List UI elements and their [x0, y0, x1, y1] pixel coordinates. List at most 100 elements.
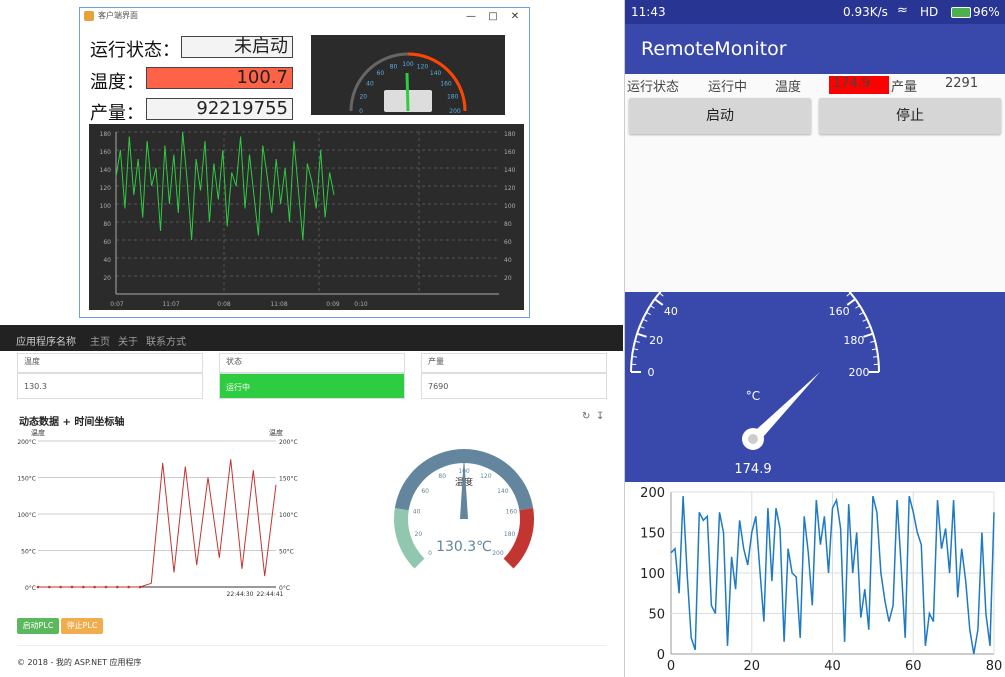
x-tick: 0:10	[354, 301, 368, 308]
left-axis-name: 温度	[31, 428, 45, 437]
gauge-tick-label: 80	[390, 63, 398, 70]
y-tick-left: 100	[100, 203, 112, 210]
y-tick-right: 120	[504, 185, 516, 192]
window-title: 客户端界面	[98, 11, 138, 20]
y-tick-left: 20	[103, 275, 111, 282]
app-title: RemoteMonitor	[625, 24, 1005, 74]
y-tick-right: 180	[504, 131, 516, 138]
x-tick: 22:44:30	[227, 591, 254, 598]
y-tick-right: 100°C	[279, 512, 298, 519]
y-tick-left: 200°C	[17, 439, 36, 446]
x-tick: 0:07	[110, 301, 124, 308]
status-speed: 0.93K/s	[843, 5, 888, 19]
footer-divider	[17, 645, 607, 646]
navbar: 应用程序名称 主页 关于 联系方式	[0, 325, 623, 351]
gauge-tick-label: 120	[417, 63, 429, 70]
gauge-tick-label: 140	[806, 292, 827, 295]
stop-button[interactable]: 停止	[819, 98, 1001, 134]
temp-label: 温度	[775, 80, 802, 95]
y-tick-right: 150°C	[279, 476, 298, 483]
android-chart: 200 150 100 50 00 20 40 60 80	[625, 482, 1005, 677]
output-value: 2291	[945, 76, 979, 91]
table-header-status: 状态	[219, 353, 405, 373]
x-tick: 80	[986, 659, 1003, 674]
refresh-icon[interactable]: ↻	[582, 411, 590, 422]
gauge-tick-label: 60	[687, 292, 701, 295]
gauge-tick-label: 200	[492, 550, 504, 557]
gauge-tick-label: 160	[440, 80, 452, 87]
gauge-tick-label: 160	[506, 508, 518, 515]
table-status-value: 运行中	[219, 373, 405, 399]
minimize-button[interactable]: —	[460, 8, 482, 25]
right-axis-name: 温度	[269, 428, 283, 437]
nav-contact[interactable]: 联系方式	[146, 333, 186, 348]
status-time: 11:43	[631, 5, 666, 19]
gauge-tick-label: 20	[415, 531, 423, 538]
y-tick: 50	[648, 608, 665, 623]
run-status-value: 运行中	[708, 80, 748, 95]
gauge-tick-label: 120	[480, 473, 492, 480]
x-tick: 0:08	[217, 301, 231, 308]
x-tick: 11:07	[162, 301, 179, 308]
desktop-gauge: 0 20 4060 80 100 120140 160 180 200	[311, 35, 505, 115]
output-label: 产量	[891, 80, 918, 95]
maximize-button[interactable]: □	[482, 8, 504, 25]
y-tick-left: 100°C	[17, 512, 36, 519]
status-label: 运行状态：	[90, 40, 180, 61]
nav-home[interactable]: 主页	[90, 333, 110, 348]
x-tick: 22:44:41	[257, 591, 284, 598]
output-value: 92219755	[146, 98, 293, 120]
gauge-value: 130.3℃	[436, 539, 492, 555]
gauge-tick-label: 200	[449, 108, 461, 115]
y-tick-left: 180	[100, 131, 112, 138]
x-tick: 11:08	[270, 301, 287, 308]
desktop-window: 客户端界面 — □ ✕ 运行状态： 未启动 温度： 100.7 产量： 9221…	[79, 7, 530, 318]
gauge-tick-label: 0	[648, 366, 655, 379]
gauge-tick-label: 80	[438, 473, 446, 480]
y-tick-right: 140	[504, 167, 516, 174]
brand-link[interactable]: 应用程序名称	[16, 333, 76, 348]
status-battery: 96%	[973, 5, 1000, 19]
gauge-tick-label: 60	[421, 488, 429, 495]
gauge-tick-label: 100	[402, 61, 414, 68]
gauge-tick-label: 160	[829, 305, 850, 318]
table-temp-value: 130.3	[17, 373, 203, 399]
start-plc-button[interactable]: 启动PLC	[17, 618, 59, 634]
gauge-value: 174.9	[734, 462, 771, 477]
gauge-tick-label: 40	[413, 508, 421, 515]
gauge-tick-label: 140	[497, 488, 509, 495]
y-tick-right: 50°C	[279, 549, 294, 556]
title-bar: 客户端界面 — □ ✕	[80, 8, 529, 25]
y-tick-right: 100	[504, 203, 516, 210]
table-header-output: 产量	[421, 353, 607, 373]
status-hd: HD	[920, 5, 939, 19]
y-tick-right: 160	[504, 149, 516, 156]
y-tick-left: 40	[103, 257, 111, 264]
y-tick-right: 60	[504, 239, 512, 246]
y-tick-left: 60	[103, 239, 111, 246]
x-tick: 0	[667, 659, 675, 674]
download-icon[interactable]: ↧	[596, 411, 604, 422]
nav-about[interactable]: 关于	[118, 333, 138, 348]
temp-value: 100.7	[146, 67, 293, 89]
android-app: 11:43 0.93K/s ≈ HD 96% RemoteMonitor 运行状…	[624, 0, 1005, 677]
stop-plc-button[interactable]: 停止PLC	[61, 618, 103, 634]
y-tick: 0	[657, 648, 665, 663]
gauge-tick-label: 140	[430, 70, 442, 77]
gauge-tick-label: 180	[843, 334, 864, 347]
y-tick-left: 50°C	[21, 549, 36, 556]
web-gauge: 020406080100120140160180200 温度 130.3℃	[394, 449, 534, 569]
gauge-tick-label: 0	[428, 550, 432, 557]
close-button[interactable]: ✕	[504, 8, 526, 25]
x-tick: 0:09	[326, 301, 340, 308]
web-page: 应用程序名称 主页 关于 联系方式 温度 状态 产量 130.3 运行中 769…	[0, 325, 623, 677]
battery-icon	[951, 7, 971, 18]
y-tick-right: 40	[504, 257, 512, 264]
y-tick-right: 20	[504, 275, 512, 282]
gauge-tick-label: 180	[447, 93, 459, 100]
y-tick: 100	[640, 567, 665, 582]
start-button[interactable]: 启动	[629, 98, 811, 134]
web-chart: 温度 温度 200°C 150°C 100°C 50°C 0°C 200°C 150°C 10…	[17, 428, 298, 598]
x-tick: 20	[743, 659, 760, 674]
y-tick-left: 140	[100, 167, 112, 174]
